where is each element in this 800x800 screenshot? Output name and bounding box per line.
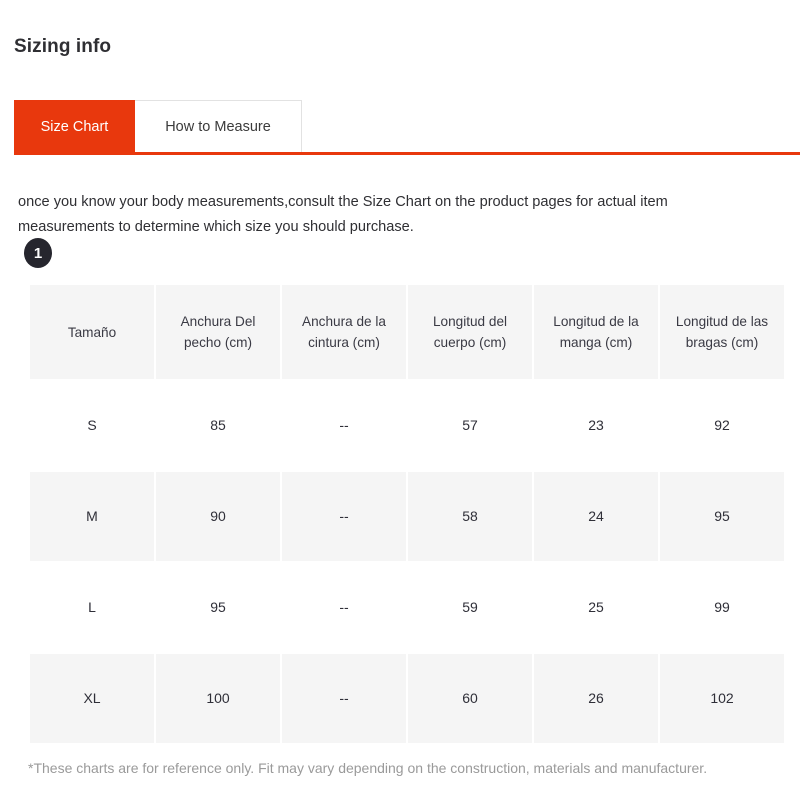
tab-size-chart[interactable]: Size Chart [14, 100, 135, 154]
tab-how-to-measure[interactable]: How to Measure [135, 100, 302, 154]
cell-size: XL [30, 654, 154, 743]
table-row: XL 100 -- 60 26 102 [30, 654, 784, 743]
table-row: S 85 -- 57 23 92 [30, 381, 784, 470]
footnote-disclaimer: *These charts are for reference only. Fi… [28, 760, 708, 776]
cell-waist-width: -- [282, 381, 406, 470]
tab-bar: Size Chart How to Measure [14, 100, 302, 154]
size-chart-table: Tamaño Anchura Del pecho (cm) Anchura de… [28, 283, 786, 745]
page-title: Sizing info [14, 35, 112, 57]
column-header-size: Tamaño [30, 285, 154, 379]
table-row: M 90 -- 58 24 95 [30, 472, 784, 561]
table-header-row: Tamaño Anchura Del pecho (cm) Anchura de… [30, 285, 784, 379]
step-number-badge: 1 [24, 238, 52, 268]
cell-waist-width: -- [282, 472, 406, 561]
cell-sleeve-length: 23 [534, 381, 658, 470]
column-header-chest-width: Anchura Del pecho (cm) [156, 285, 280, 379]
cell-sleeve-length: 25 [534, 563, 658, 652]
cell-chest-width: 85 [156, 381, 280, 470]
cell-brief-length: 95 [660, 472, 784, 561]
column-header-body-length: Longitud del cuerpo (cm) [408, 285, 532, 379]
cell-chest-width: 100 [156, 654, 280, 743]
cell-brief-length: 102 [660, 654, 784, 743]
cell-brief-length: 92 [660, 381, 784, 470]
cell-waist-width: -- [282, 563, 406, 652]
tab-underline [14, 152, 800, 155]
cell-body-length: 58 [408, 472, 532, 561]
cell-chest-width: 95 [156, 563, 280, 652]
column-header-waist-width: Anchura de la cintura (cm) [282, 285, 406, 379]
column-header-brief-length: Longitud de las bragas (cm) [660, 285, 784, 379]
sizing-info-page: Sizing info Size Chart How to Measure on… [0, 0, 800, 800]
column-header-sleeve-length: Longitud de la manga (cm) [534, 285, 658, 379]
table-row: L 95 -- 59 25 99 [30, 563, 784, 652]
cell-body-length: 57 [408, 381, 532, 470]
cell-brief-length: 99 [660, 563, 784, 652]
intro-paragraph: once you know your body measurements,con… [18, 193, 668, 235]
cell-chest-width: 90 [156, 472, 280, 561]
cell-body-length: 59 [408, 563, 532, 652]
cell-sleeve-length: 26 [534, 654, 658, 743]
cell-body-length: 60 [408, 654, 532, 743]
cell-sleeve-length: 24 [534, 472, 658, 561]
cell-size: S [30, 381, 154, 470]
cell-waist-width: -- [282, 654, 406, 743]
cell-size: L [30, 563, 154, 652]
cell-size: M [30, 472, 154, 561]
